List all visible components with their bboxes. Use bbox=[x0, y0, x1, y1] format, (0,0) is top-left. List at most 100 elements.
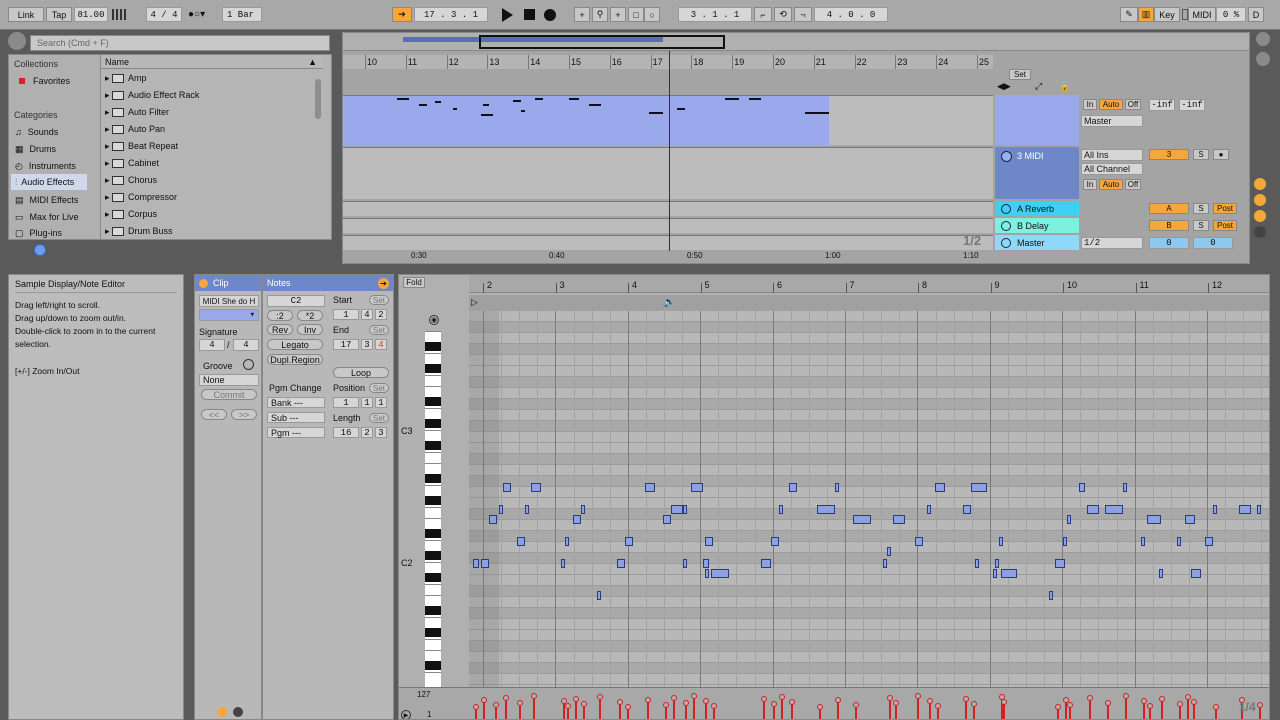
midi-note[interactable] bbox=[853, 515, 871, 524]
monitor-in-button[interactable]: In bbox=[1083, 99, 1097, 110]
signature-numerator[interactable]: 4 bbox=[199, 339, 225, 351]
midi-note[interactable] bbox=[1063, 537, 1067, 546]
midi-note[interactable] bbox=[711, 569, 729, 578]
reenable-automation-button[interactable]: + bbox=[610, 7, 626, 22]
midi-note[interactable] bbox=[1147, 515, 1161, 524]
prev-clip-button[interactable]: << bbox=[201, 409, 227, 420]
search-input[interactable]: Search (Cmd + F) bbox=[30, 35, 330, 51]
black-key[interactable] bbox=[425, 441, 441, 450]
pan-field[interactable]: -inf bbox=[1179, 99, 1205, 111]
velocity-handle[interactable] bbox=[1147, 703, 1153, 709]
set-locator-button[interactable]: Set bbox=[1009, 69, 1032, 80]
duplicate-region-button[interactable]: Dupl.Region bbox=[267, 354, 323, 365]
velocity-handle[interactable] bbox=[1185, 694, 1191, 700]
capture-button[interactable]: □ bbox=[628, 7, 644, 22]
envelopes-box-toggle-icon[interactable] bbox=[233, 707, 243, 717]
draw-mode-button[interactable]: ✎ bbox=[1120, 7, 1138, 22]
monitor-off-button[interactable]: Off bbox=[1125, 99, 1141, 110]
arm-button[interactable]: ● bbox=[1213, 149, 1229, 160]
velocity-handle[interactable] bbox=[663, 702, 669, 708]
list-item[interactable]: ▸ Chorus bbox=[105, 175, 157, 186]
list-item[interactable]: ▸ Amp bbox=[105, 73, 147, 84]
velocity-handle[interactable] bbox=[517, 700, 523, 706]
track-1-title[interactable] bbox=[995, 95, 1079, 145]
fold-icon[interactable] bbox=[1001, 221, 1011, 231]
end-sixteenth-field[interactable]: 4 bbox=[375, 339, 387, 350]
halve-button[interactable]: :2 bbox=[267, 310, 293, 321]
input-channel-menu[interactable]: All Channel bbox=[1081, 163, 1143, 175]
play-arrow-icon[interactable]: ➔ bbox=[378, 277, 389, 289]
position-bar-field[interactable]: 1 bbox=[333, 397, 359, 408]
velocity-handle[interactable] bbox=[481, 697, 487, 703]
fold-button[interactable]: Fold bbox=[403, 277, 425, 288]
tap-button[interactable]: Tap bbox=[46, 7, 72, 22]
master-volume-field[interactable]: 0 bbox=[1149, 237, 1189, 249]
velocity-handle[interactable] bbox=[817, 704, 823, 710]
midi-note[interactable] bbox=[1049, 591, 1053, 600]
solo-button[interactable]: S bbox=[1193, 220, 1209, 231]
overview-visible-range[interactable] bbox=[479, 35, 725, 49]
automation-arm-button[interactable]: ⚲ bbox=[592, 7, 608, 22]
midi-note[interactable] bbox=[999, 537, 1003, 546]
set-start-button[interactable]: Set bbox=[369, 295, 389, 305]
sidebar-item-plug-ins[interactable]: ▢ Plug-ins bbox=[15, 228, 62, 239]
solo-button[interactable]: S bbox=[1193, 203, 1209, 214]
nudge-icon[interactable] bbox=[112, 9, 142, 20]
time-ruler[interactable]: 0:30 0:40 0:50 1:00 1:10 bbox=[343, 251, 993, 263]
beat-ruler[interactable]: 10 11 12 13 14 15 16 17 18 19 20 21 22 23 24 25 bbox=[343, 55, 993, 69]
midi-note[interactable] bbox=[1087, 505, 1099, 514]
velocity-toggle-icon[interactable]: ▶ bbox=[401, 710, 411, 719]
midi-note[interactable] bbox=[597, 591, 601, 600]
velocity-handle[interactable] bbox=[789, 699, 795, 705]
midi-note[interactable] bbox=[561, 559, 565, 568]
midi-note[interactable] bbox=[975, 559, 979, 568]
notes-box-toggle-icon[interactable] bbox=[217, 707, 227, 717]
sidebar-item-drums[interactable]: ▦ Drums bbox=[15, 144, 56, 155]
monitor-auto-button[interactable]: Auto bbox=[1099, 179, 1123, 190]
midi-note[interactable] bbox=[779, 505, 783, 514]
velocity-handle[interactable] bbox=[625, 704, 631, 710]
midi-note[interactable] bbox=[1105, 505, 1123, 514]
midi-note[interactable] bbox=[1257, 505, 1261, 514]
velocity-handle[interactable] bbox=[887, 695, 893, 701]
legato-button[interactable]: Legato bbox=[267, 339, 323, 350]
start-sixteenth-field[interactable]: 2 bbox=[375, 309, 387, 320]
velocity-handle[interactable] bbox=[1001, 699, 1007, 705]
velocity-handle[interactable] bbox=[617, 699, 623, 705]
sidebar-item-favorites[interactable]: Favorites bbox=[19, 76, 70, 86]
velocity-handle[interactable] bbox=[927, 698, 933, 704]
set-end-button[interactable]: Set bbox=[369, 325, 389, 335]
velocity-handle[interactable] bbox=[1123, 693, 1129, 699]
velocity-markers[interactable] bbox=[469, 688, 1269, 719]
return-a-activator[interactable]: A bbox=[1149, 203, 1189, 214]
velocity-handle[interactable] bbox=[853, 702, 859, 708]
preview-icon[interactable] bbox=[34, 244, 46, 256]
velocity-handle[interactable] bbox=[1141, 698, 1147, 704]
reverb-lane[interactable] bbox=[343, 201, 993, 216]
double-button[interactable]: *2 bbox=[297, 310, 323, 321]
velocity-handle[interactable] bbox=[779, 694, 785, 700]
volume-field[interactable]: -inf bbox=[1149, 99, 1175, 111]
midi-note[interactable] bbox=[473, 559, 479, 568]
browser-column-header[interactable]: Name ▲ bbox=[101, 55, 323, 69]
list-item[interactable]: ▸ Beat Repeat bbox=[105, 141, 178, 152]
signature-denominator[interactable]: 4 bbox=[233, 339, 259, 351]
midi-note[interactable] bbox=[703, 559, 709, 568]
track-3-lane[interactable] bbox=[343, 147, 993, 199]
output-routing-menu[interactable]: Master bbox=[1081, 115, 1143, 127]
list-item[interactable]: ▸ Drum Buss bbox=[105, 226, 173, 237]
bank-field[interactable]: Bank --- bbox=[267, 397, 325, 408]
midi-note[interactable] bbox=[893, 515, 905, 524]
velocity-handle[interactable] bbox=[835, 697, 841, 703]
velocity-handle[interactable] bbox=[531, 693, 537, 699]
monitor-off-button[interactable]: Off bbox=[1125, 179, 1141, 190]
piano-keys[interactable] bbox=[425, 331, 441, 687]
browser-toggle-icon[interactable] bbox=[8, 32, 26, 50]
signature-field[interactable]: 4 / 4 bbox=[146, 7, 182, 22]
record-icon[interactable] bbox=[544, 9, 556, 21]
list-item[interactable]: ▸ Auto Pan bbox=[105, 124, 165, 135]
black-key[interactable] bbox=[425, 397, 441, 406]
session-toggle-icon[interactable] bbox=[1256, 52, 1270, 66]
follow-button[interactable]: ➔ bbox=[392, 7, 412, 22]
midi-note[interactable] bbox=[663, 515, 671, 524]
